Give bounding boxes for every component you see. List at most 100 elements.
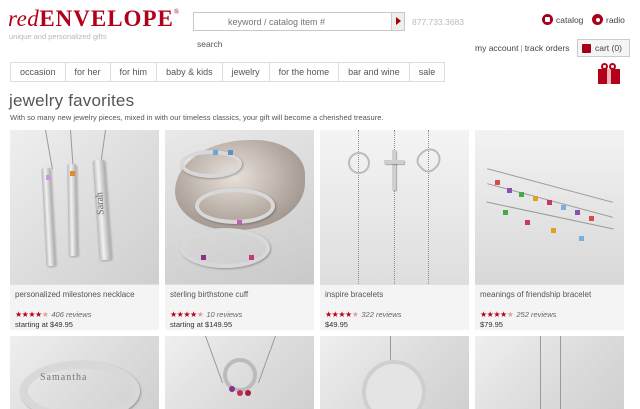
- nav-item-for-her[interactable]: for her: [66, 63, 111, 81]
- nav-item-sale[interactable]: sale: [410, 63, 446, 81]
- birthstone-gem: [213, 150, 218, 155]
- gift-bow-left: [601, 63, 608, 70]
- gemstone: [575, 210, 580, 215]
- engraved-ring: [20, 361, 140, 409]
- cart-label: cart (0): [595, 43, 622, 53]
- review-count[interactable]: 252 reviews: [516, 310, 556, 319]
- radio-link[interactable]: radio: [592, 14, 625, 25]
- engraving-sarah: Sarah: [94, 191, 107, 216]
- radio-label: radio: [606, 14, 625, 25]
- search-input[interactable]: [194, 13, 392, 30]
- nav-item-jewelry[interactable]: jewelry: [223, 63, 270, 81]
- gemstone: [503, 210, 508, 215]
- pendant-chain: [205, 336, 224, 384]
- nav-item-for-him[interactable]: for him: [111, 63, 158, 81]
- circle-charm: [348, 152, 370, 174]
- necklace-bar: [41, 167, 56, 267]
- nav-item-bar-and-wine[interactable]: bar and wine: [339, 63, 410, 81]
- gift-box-icon[interactable]: [597, 62, 621, 84]
- gift-bow-right: [609, 63, 616, 70]
- product-card[interactable]: Samantha: [10, 336, 159, 409]
- gemstone: [547, 200, 552, 205]
- product-rating: ★★★★★ 252 reviews: [480, 310, 556, 319]
- my-account-link[interactable]: my account: [475, 43, 518, 53]
- product-price: $49.95: [325, 320, 348, 329]
- gemstone: [579, 236, 584, 241]
- nav-item-for-the-home[interactable]: for the home: [270, 63, 340, 81]
- star-rating-icon: ★★★★★: [170, 310, 204, 319]
- product-card[interactable]: sterling birthstone cuff ★★★★★ 10 review…: [165, 130, 314, 330]
- review-count[interactable]: 406 reviews: [51, 310, 91, 319]
- bracelet-strand: [487, 168, 613, 203]
- cart-icon: [582, 43, 591, 53]
- gemstone: [551, 228, 556, 233]
- product-card[interactable]: inspire bracelets ★★★★★ 322 reviews $49.…: [320, 130, 469, 330]
- page-title: jewelry favorites: [9, 91, 135, 110]
- gemstone: [561, 205, 566, 210]
- birthstone-gem: [46, 175, 51, 180]
- cart-button[interactable]: cart (0): [577, 39, 630, 57]
- product-card[interactable]: [165, 336, 314, 409]
- product-card[interactable]: [475, 336, 624, 409]
- product-image-chain[interactable]: [475, 336, 624, 409]
- search-arrow-icon[interactable]: [391, 13, 404, 30]
- track-orders-link[interactable]: track orders: [525, 43, 570, 53]
- chain: [540, 336, 541, 409]
- birthstone-gem: [228, 150, 233, 155]
- catalog-link[interactable]: catalog: [542, 14, 583, 25]
- gift-ribbon: [607, 69, 611, 84]
- catalog-label: catalog: [556, 14, 584, 25]
- birthstone-gem: [201, 255, 206, 260]
- product-info: inspire bracelets ★★★★★ 322 reviews $49.…: [320, 284, 469, 330]
- product-card[interactable]: meanings of friendship bracelet ★★★★★ 25…: [475, 130, 624, 330]
- product-image-necklace[interactable]: Sarah: [10, 130, 159, 284]
- product-image-locket[interactable]: [320, 336, 469, 409]
- logo-registered-mark: ®: [173, 8, 180, 16]
- pendant-circle: [223, 358, 257, 392]
- product-name[interactable]: sterling birthstone cuff: [170, 290, 248, 299]
- gemstone: [525, 220, 530, 225]
- star-rating-icon: ★★★★★: [325, 310, 359, 319]
- product-image-ring[interactable]: Samantha: [10, 336, 159, 409]
- nav-item-baby-kids[interactable]: baby & kids: [157, 63, 223, 81]
- logo[interactable]: redENVELOPE®: [8, 6, 180, 32]
- birthstone-gem: [237, 220, 242, 225]
- product-image-cuff[interactable]: [165, 130, 314, 284]
- radio-icon: [592, 14, 603, 25]
- nav-item-occasion[interactable]: occasion: [11, 63, 66, 81]
- catalog-icon: [542, 14, 553, 25]
- gemstone: [507, 188, 512, 193]
- pendant-gem: [229, 386, 235, 392]
- necklace-bar: [67, 163, 78, 257]
- product-price: starting at $149.95: [170, 320, 233, 329]
- product-name[interactable]: meanings of friendship bracelet: [480, 290, 591, 299]
- product-image-friendship-bracelet[interactable]: [475, 130, 624, 284]
- product-card[interactable]: Sarah personalized milestones necklace ★…: [10, 130, 159, 330]
- pendant-gem: [245, 390, 251, 396]
- review-count[interactable]: 10 reviews: [206, 310, 242, 319]
- logo-part-envelope: ENVELOPE: [39, 6, 174, 31]
- product-name[interactable]: inspire bracelets: [325, 290, 383, 299]
- product-image-bracelets[interactable]: [320, 130, 469, 284]
- product-rating: ★★★★★ 322 reviews: [325, 310, 401, 319]
- product-name[interactable]: personalized milestones necklace: [15, 290, 135, 299]
- locket-pendant: [362, 360, 426, 409]
- product-card[interactable]: [320, 336, 469, 409]
- search-label[interactable]: search: [197, 39, 223, 49]
- locket-chain: [390, 336, 391, 361]
- product-rating: ★★★★★ 406 reviews: [15, 310, 91, 319]
- account-links: my account | track orders: [475, 43, 570, 53]
- search-box: [193, 12, 405, 31]
- tagline: unique and personalized gifts: [9, 32, 107, 41]
- gemstone: [533, 196, 538, 201]
- chain: [560, 336, 561, 409]
- star-rating-icon: ★★★★★: [15, 310, 49, 319]
- review-count[interactable]: 322 reviews: [361, 310, 401, 319]
- gemstone: [589, 216, 594, 221]
- product-info: personalized milestones necklace ★★★★★ 4…: [10, 284, 159, 330]
- page-subtitle: With so many new jewelry pieces, mixed i…: [10, 113, 384, 122]
- bracelet-strand: [486, 201, 614, 230]
- product-image-pendant[interactable]: [165, 336, 314, 409]
- product-info: meanings of friendship bracelet ★★★★★ 25…: [475, 284, 624, 330]
- cuff: [180, 228, 270, 268]
